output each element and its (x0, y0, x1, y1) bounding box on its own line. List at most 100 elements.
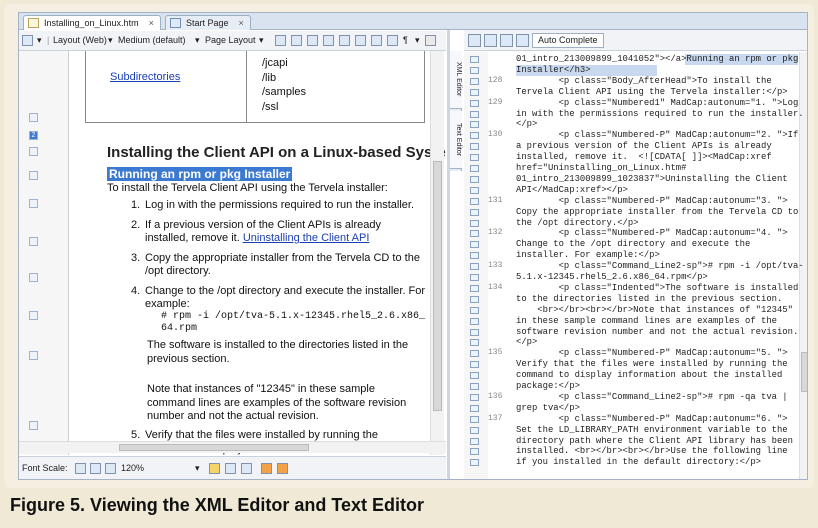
code-line[interactable]: installer. For example:</p> (516, 250, 798, 261)
close-icon[interactable]: × (149, 18, 154, 28)
zoom-level[interactable]: 120% (121, 457, 144, 479)
structure-marker[interactable] (29, 351, 38, 360)
auto-complete-button[interactable]: Auto Complete (532, 33, 604, 48)
chevron-down-icon[interactable]: ▾ (259, 31, 264, 50)
view-icon[interactable] (387, 35, 398, 46)
chevron-down-icon[interactable]: ▾ (37, 31, 42, 50)
note-paragraph: Note that instances of "12345" in these … (147, 383, 407, 422)
code-line[interactable]: <p class="Body_AfterHead">To install the (516, 76, 798, 87)
code-line[interactable]: Set the LD_LIBRARY_PATH environment vari… (516, 425, 798, 436)
tab-xml-editor[interactable]: XML Editor (450, 51, 462, 109)
chevron-down-icon[interactable]: ▾ (195, 31, 200, 50)
toolbar-icon[interactable] (468, 34, 481, 47)
code-line[interactable]: <p class="Numbered-P" MadCap:autonum="5.… (516, 348, 798, 359)
page-layout-dropdown[interactable]: Page Layout (205, 31, 256, 50)
code-line[interactable]: directory path where the Client API libr… (516, 436, 798, 447)
view-mode-icon[interactable] (225, 463, 236, 474)
structure-marker[interactable] (29, 421, 38, 430)
code-line[interactable]: 5.1.x-12345.rhel5_2.6.x86_64.rpm</p> (516, 272, 798, 283)
structure-marker[interactable] (29, 237, 38, 246)
bookmark-icon (470, 88, 479, 96)
structure-marker[interactable] (29, 147, 38, 156)
code-line[interactable]: Installer</h3> (516, 64, 798, 76)
code-line[interactable]: Verify that the files were installed by … (516, 359, 798, 370)
code-line[interactable]: installed, remove it. <![CDATA[ ]]><MadC… (516, 152, 798, 163)
tab-text-editor[interactable]: Text Editor (450, 111, 462, 169)
uninstall-link[interactable]: Uninstalling the Client API (243, 232, 370, 244)
code-line[interactable]: in with the permissions required to run … (516, 109, 804, 120)
code-line[interactable]: Tervela Client API using the Tervela ins… (516, 87, 798, 98)
zoom-reset-icon[interactable] (90, 463, 101, 474)
selected-subheading[interactable]: Running an rpm or pkg Installer (107, 167, 293, 181)
structure-marker[interactable] (29, 171, 38, 180)
code-line[interactable]: </p> (516, 337, 798, 348)
code-line[interactable]: <p class="Command_Line2-sp"># rpm -i /op… (516, 261, 804, 272)
code-line[interactable]: <p class="Numbered-P" MadCap:autonum="3.… (516, 196, 798, 207)
horizontal-scrollbar[interactable] (19, 441, 446, 453)
code-line[interactable]: software revision number and not the act… (516, 327, 798, 338)
code-line[interactable]: if you installed in the default director… (516, 457, 798, 468)
code-line[interactable]: <p class="Numbered1" MadCap:autonum="1. … (516, 98, 799, 109)
structure-marker[interactable] (29, 113, 38, 122)
view-icon[interactable] (275, 35, 286, 46)
code-line[interactable]: <p class="Indented">The software is inst… (516, 283, 799, 294)
code-line[interactable]: Copy the appropriate installer from the … (516, 207, 798, 218)
code-view[interactable]: 01_intro_213009899_1041052"></a>Running … (464, 52, 807, 479)
scroll-thumb[interactable] (801, 352, 807, 392)
code-line[interactable]: <br></br><br></br>Note that instances of… (516, 305, 798, 316)
subdirectories-link[interactable]: Subdirectories (110, 71, 180, 83)
view-icon[interactable] (323, 35, 334, 46)
chevron-down-icon[interactable]: ▾ (415, 31, 420, 50)
chevron-down-icon[interactable]: ▾ (108, 31, 113, 50)
code-line[interactable]: installed. <br></br><br></br>Use the fol… (516, 446, 798, 457)
tracking-icon[interactable] (261, 463, 272, 474)
close-icon[interactable]: × (239, 18, 244, 28)
code-line[interactable]: command to display information about the… (516, 370, 798, 381)
structure-marker[interactable] (29, 199, 38, 208)
code-line[interactable]: 01_intro_213009899_1023837">Uninstalling… (516, 174, 798, 185)
vertical-scrollbar[interactable] (430, 51, 444, 455)
code-line[interactable]: <p class="Numbered-P" MadCap:autonum="4.… (516, 228, 798, 239)
scroll-thumb[interactable] (433, 161, 442, 411)
page-icon[interactable] (22, 35, 33, 46)
zoom-out-icon[interactable] (75, 463, 86, 474)
zoom-in-icon[interactable] (105, 463, 116, 474)
code-line[interactable]: package:</p> (516, 381, 798, 392)
code-line[interactable]: the /opt directory.</p> (516, 218, 798, 229)
chevron-down-icon[interactable]: ▾ (195, 457, 200, 479)
tracking-icon[interactable] (277, 463, 288, 474)
view-icon[interactable] (307, 35, 318, 46)
list-item: 1. Log in with the permissions required t… (131, 199, 415, 211)
code-line[interactable]: a previous version of the Client APIs is… (516, 141, 798, 152)
structure-marker[interactable] (29, 273, 38, 282)
toolbar-icon[interactable] (500, 34, 513, 47)
pilcrow-icon[interactable]: ¶ (403, 31, 408, 50)
code-line[interactable]: href="Uninstalling_on_Linux.htm# (516, 163, 798, 174)
tab-start-page[interactable]: Start Page × (165, 15, 251, 30)
toolbar-icon[interactable] (516, 34, 529, 47)
code-line[interactable]: <p class="Numbered-P" MadCap:autonum="6.… (516, 414, 798, 425)
scroll-thumb[interactable] (119, 444, 309, 451)
view-mode-icon[interactable] (241, 463, 252, 474)
code-line[interactable]: API</MadCap:xref></p> (516, 185, 798, 196)
structure-marker[interactable] (29, 311, 38, 320)
settings-icon[interactable] (425, 35, 436, 46)
layout-dropdown[interactable]: Layout (Web) (53, 31, 107, 50)
code-line[interactable]: Change to the /opt directory and execute… (516, 239, 798, 250)
view-icon[interactable] (371, 35, 382, 46)
structure-marker[interactable]: 2 (29, 131, 38, 140)
view-mode-icon[interactable] (209, 463, 220, 474)
view-icon[interactable] (339, 35, 350, 46)
medium-dropdown[interactable]: Medium (default) (118, 31, 186, 50)
code-line[interactable]: to the directories listed in the previou… (516, 294, 798, 305)
code-line[interactable]: <p class="Command_Line2-sp"># rpm -qa tv… (516, 392, 798, 403)
code-line[interactable]: 01_intro_213009899_1041052"></a>Running … (516, 54, 798, 65)
code-line[interactable]: grep tva</p> (516, 403, 798, 414)
code-line[interactable]: </p> (516, 119, 798, 130)
code-line[interactable]: in these sample command lines are exampl… (516, 316, 798, 327)
view-icon[interactable] (355, 35, 366, 46)
tab-installing-on-linux[interactable]: Installing_on_Linux.htm × (23, 15, 161, 30)
toolbar-icon[interactable] (484, 34, 497, 47)
code-line[interactable]: <p class="Numbered-P" MadCap:autonum="2.… (516, 130, 799, 141)
view-icon[interactable] (291, 35, 302, 46)
